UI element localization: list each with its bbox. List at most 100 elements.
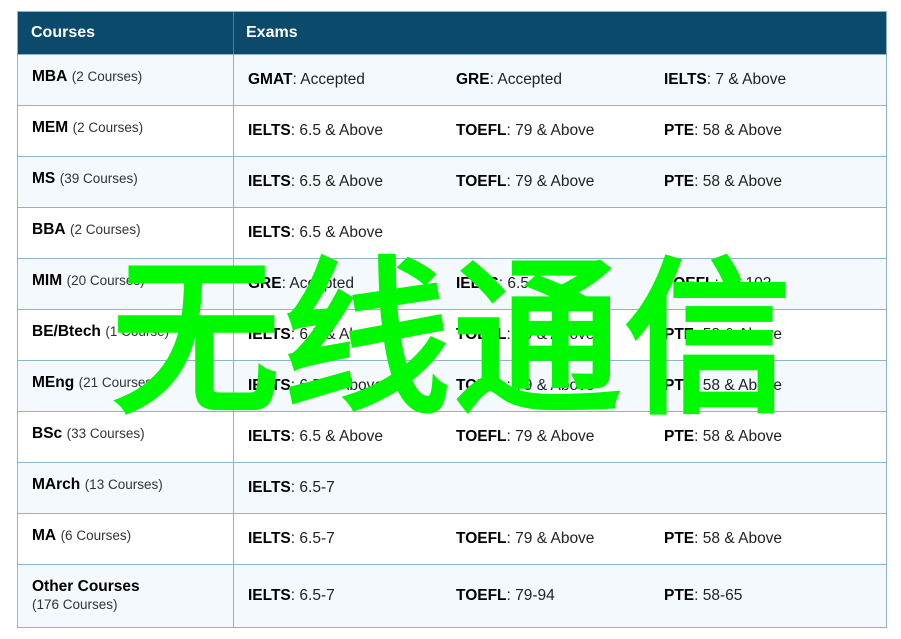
exams-cell: IELTS: 6.5 & Above TOEFL: 79 & Above PTE: …	[234, 412, 886, 462]
course-name: BSc	[32, 425, 63, 442]
exam-score: : Accepted	[489, 71, 562, 88]
exam-requirement: IELTS: 7 & Above	[664, 71, 872, 89]
course-cell: MBA (2 Courses)	[18, 55, 234, 105]
course-count: (2 Courses)	[72, 120, 144, 135]
course-name: MIM	[32, 272, 63, 289]
course-count: (2 Courses)	[70, 222, 141, 237]
exam-requirement: GRE: Accepted	[248, 275, 456, 293]
exam-score: : 7 & Above	[706, 71, 787, 88]
exams-cell: IELTS: 6.5 & Above TOEFL: 79 & Above PTE: …	[234, 106, 886, 156]
exam-score: : 58 & Above	[694, 530, 783, 547]
exam-score: : 58-65	[694, 587, 743, 604]
exam-score: : Accepted	[292, 71, 365, 88]
table-body: MBA (2 Courses) GMAT: Accepted GRE: Accept…	[18, 54, 886, 627]
exam-name: GMAT	[248, 71, 293, 88]
exam-score: : 79 & Above	[506, 530, 595, 547]
exam-name: IELTS	[664, 71, 707, 88]
table-row: BBA (2 Courses) IELTS: 6.5 & Above	[18, 207, 886, 258]
exam-name: IELTS	[248, 587, 291, 604]
exam-name: IELTS	[248, 530, 291, 547]
exam-requirement: IELTS: 6.5-7	[248, 530, 456, 548]
exam-requirement: IELTS: 6.5-7	[456, 275, 664, 293]
header-exams: Exams	[246, 24, 298, 41]
exam-score: : 6.5-7	[290, 479, 335, 496]
exam-name: PTE	[664, 173, 695, 190]
exam-name: PTE	[664, 326, 695, 343]
exam-name: TOEFL	[664, 275, 715, 292]
exam-score: : 6.5-7	[290, 587, 335, 604]
exams-cell: GRE: Accepted IELTS: 6.5-7 TOEFL: 79-102	[234, 259, 886, 309]
exam-score: : 79 & Above	[506, 377, 595, 394]
course-cell: Other Courses (176 Courses)	[18, 565, 234, 627]
exam-name: TOEFL	[456, 587, 507, 604]
exam-score: : 79 & Above	[506, 428, 595, 445]
header-courses: Courses	[18, 12, 234, 54]
exam-score: : 58 & Above	[694, 173, 783, 190]
exam-name: PTE	[664, 122, 695, 139]
exam-score: : 58 & Above	[694, 428, 783, 445]
exam-score: : 6.5 & Above	[290, 428, 383, 445]
exam-score: : 6.5 & Above	[290, 326, 383, 343]
exam-name: IELTS	[248, 224, 291, 241]
exam-score: : 6.5 & Above	[290, 122, 383, 139]
table-row: MBA (2 Courses) GMAT: Accepted GRE: Accept…	[18, 54, 886, 105]
course-name: BBA	[32, 221, 66, 238]
table-row: MArch (13 Courses) IELTS: 6.5-7	[18, 462, 886, 513]
exam-score: : 6.5-7	[290, 530, 335, 547]
exam-name: IELTS	[248, 377, 291, 394]
exam-requirement: TOEFL: 79 & Above	[456, 377, 664, 395]
exam-score: : 6.5 & Above	[290, 173, 383, 190]
course-count: (21 Courses)	[78, 375, 157, 390]
exam-score: : 79-94	[506, 587, 555, 604]
exams-cell: IELTS: 6.5-7	[234, 463, 886, 513]
exam-requirement: PTE: 58 & Above	[664, 377, 872, 395]
exam-requirement: PTE: 58 & Above	[664, 530, 872, 548]
exam-name: IELTS	[248, 428, 291, 445]
exam-requirement: IELTS: 6.5 & Above	[248, 377, 456, 395]
course-count: (13 Courses)	[84, 477, 163, 492]
exam-name: TOEFL	[456, 377, 507, 394]
course-name: BE/Btech	[32, 323, 101, 340]
exams-cell: IELTS: 6.5 & Above	[234, 208, 886, 258]
course-name: Other Courses	[32, 578, 140, 595]
course-name: MS	[32, 170, 56, 187]
course-count: (33 Courses)	[66, 426, 145, 441]
exams-cell: IELTS: 6.5 & Above TOEFL: 79 & Above PTE: …	[234, 361, 886, 411]
exam-requirement: PTE: 58 & Above	[664, 326, 872, 344]
exam-name: IELTS	[248, 122, 291, 139]
exam-name: PTE	[664, 530, 695, 547]
exam-name: TOEFL	[456, 428, 507, 445]
exam-name: GRE	[456, 71, 490, 88]
exam-name: IELTS	[456, 275, 499, 292]
exam-score: : 6.5 & Above	[290, 377, 383, 394]
courses-exams-table: Courses Exams MBA (2 Courses) GMAT: Accep…	[17, 11, 887, 628]
exam-requirement: TOEFL: 79-102	[664, 275, 872, 293]
course-count: (1 Course)	[105, 324, 170, 339]
exam-name: TOEFL	[456, 122, 507, 139]
course-name: MEM	[32, 119, 69, 136]
table-row: MIM (20 Courses) GRE: Accepted IELTS: 6.5-…	[18, 258, 886, 309]
exam-requirement: PTE: 58 & Above	[664, 122, 872, 140]
course-count: (39 Courses)	[59, 171, 138, 186]
exams-cell: IELTS: 6.5 & Above TOEFL: 79 & Above PTE: …	[234, 310, 886, 360]
exam-score: : 58 & Above	[694, 377, 783, 394]
exam-requirement: IELTS: 6.5 & Above	[248, 224, 456, 242]
exam-requirement: TOEFL: 79 & Above	[456, 122, 664, 140]
exam-name: IELTS	[248, 479, 291, 496]
exam-name: TOEFL	[456, 173, 507, 190]
exam-name: PTE	[664, 377, 695, 394]
exam-requirement: IELTS: 6.5-7	[248, 587, 456, 605]
table-row: Other Courses (176 Courses) IELTS: 6.5-7 TO…	[18, 564, 886, 627]
course-count: (176 Courses)	[32, 597, 118, 612]
course-name: MBA	[32, 68, 68, 85]
exams-cell: IELTS: 6.5 & Above TOEFL: 79 & Above PTE: …	[234, 157, 886, 207]
exam-name: IELTS	[248, 173, 291, 190]
exam-requirement: IELTS: 6.5 & Above	[248, 428, 456, 446]
exam-requirement: GMAT: Accepted	[248, 71, 456, 89]
exam-requirement: TOEFL: 79-94	[456, 587, 664, 605]
course-count: (2 Courses)	[71, 69, 143, 84]
exam-requirement: TOEFL: 79 & Above	[456, 530, 664, 548]
exam-score: : 79 & Above	[506, 326, 595, 343]
exam-score: : 58 & Above	[694, 122, 783, 139]
course-cell: MIM (20 Courses)	[18, 259, 234, 309]
